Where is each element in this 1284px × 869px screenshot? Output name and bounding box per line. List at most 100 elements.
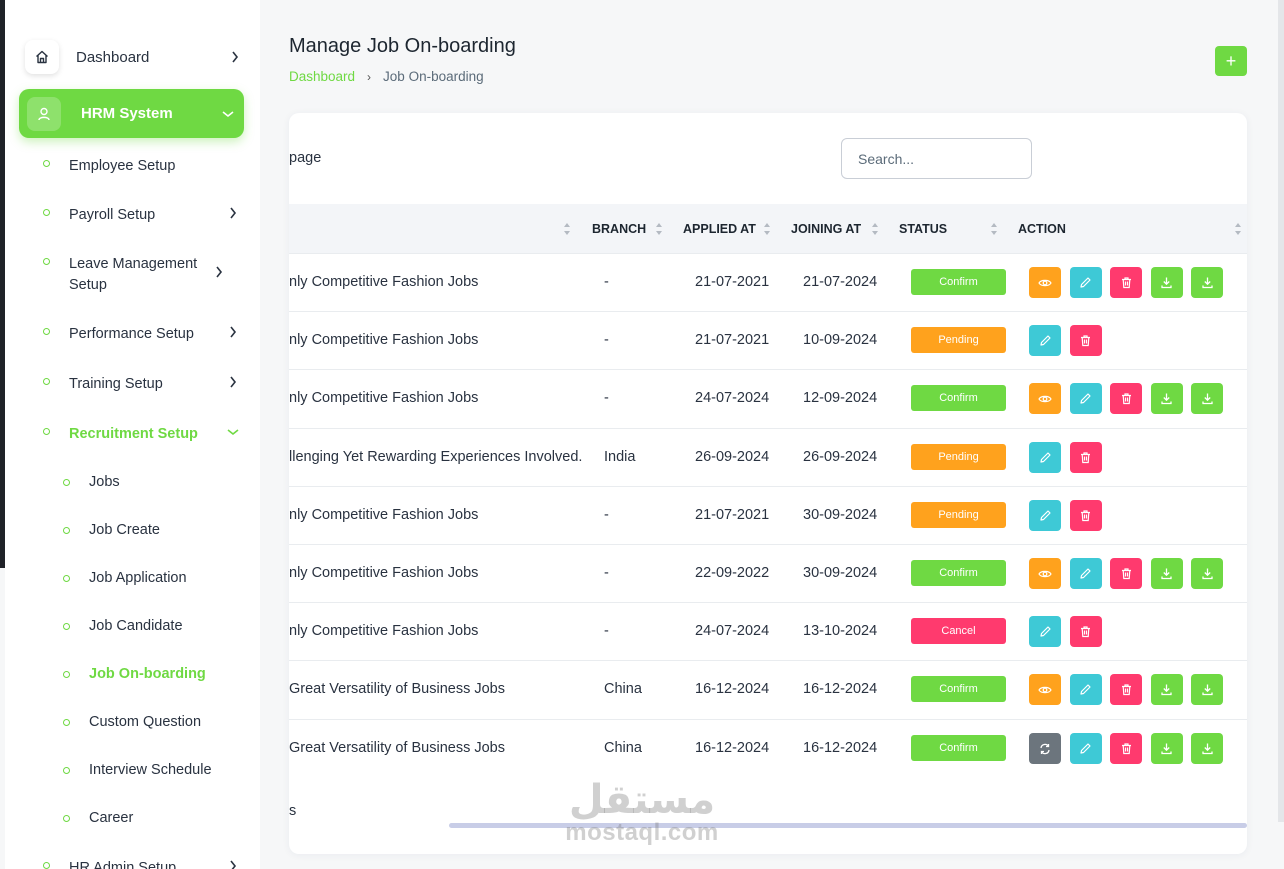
sort-icon[interactable] (563, 221, 571, 237)
breadcrumb-home-link[interactable]: Dashboard (289, 69, 355, 84)
sidebar-subitem-jobs[interactable]: Jobs (63, 474, 120, 490)
applied-at-cell: 16-12-2024 (695, 681, 770, 697)
sidebar-item-label: HR Admin Setup (69, 860, 177, 869)
sort-icon[interactable] (655, 221, 663, 237)
download-button[interactable] (1150, 383, 1183, 414)
trash-icon (1079, 334, 1092, 347)
download-icon (1201, 392, 1214, 405)
status-badge: Confirm (911, 269, 1006, 295)
sidebar-subitem-job-on-boarding[interactable]: Job On-boarding (63, 666, 206, 682)
sidebar-subitem-interview-schedule[interactable]: Interview Schedule (63, 762, 212, 778)
sidebar-subitem-custom-question[interactable]: Custom Question (63, 714, 201, 730)
applied-at-cell: 24-07-2024 (695, 623, 770, 639)
sidebar-item-performance-setup[interactable]: Performance Setup (43, 324, 243, 345)
download-button[interactable] (1150, 267, 1183, 298)
download-button[interactable] (1191, 558, 1223, 589)
bullet-icon (63, 670, 70, 678)
delete-button[interactable] (1069, 616, 1102, 647)
delete-button[interactable] (1110, 267, 1142, 298)
bullet-icon (43, 209, 50, 216)
column-header-joining-at[interactable]: JOINING AT (791, 204, 861, 253)
column-header-branch[interactable]: BRANCH (592, 204, 646, 253)
joining-at-cell: 21-07-2024 (803, 274, 878, 290)
sidebar-subitem-job-application[interactable]: Job Application (63, 570, 187, 586)
sidebar-item-hr-admin-setup[interactable]: HR Admin Setup (43, 858, 243, 869)
bullet-icon (63, 478, 70, 486)
view-button[interactable] (1029, 674, 1061, 705)
edit-button[interactable] (1069, 267, 1102, 298)
sidebar-item-training-setup[interactable]: Training Setup (43, 374, 243, 395)
bullet-icon (63, 622, 70, 630)
search-input[interactable] (841, 138, 1032, 179)
sidebar-subitem-label: Career (89, 810, 134, 826)
joining-at-cell: 30-09-2024 (803, 565, 878, 581)
delete-button[interactable] (1110, 733, 1142, 764)
view-button[interactable] (1029, 267, 1061, 298)
delete-button[interactable] (1110, 558, 1142, 589)
column-header-applied-at[interactable]: APPLIED AT (683, 204, 756, 253)
download-button[interactable] (1150, 733, 1183, 764)
sidebar-subitem-job-candidate[interactable]: Job Candidate (63, 618, 183, 634)
eye-icon (1038, 392, 1052, 406)
sidebar-subitem-career[interactable]: Career (63, 810, 133, 826)
table-row: Great Versatility of Business Jobs China 1… (289, 660, 1247, 718)
delete-button[interactable] (1069, 500, 1102, 531)
sidebar-item-payroll-setup[interactable]: Payroll Setup (43, 205, 243, 226)
add-button[interactable]: + (1215, 46, 1247, 76)
joining-at-cell: 26-09-2024 (803, 449, 878, 465)
pencil-icon (1039, 625, 1052, 638)
edit-button[interactable] (1029, 442, 1061, 473)
branch-cell: China (604, 681, 642, 697)
edit-button[interactable] (1069, 558, 1102, 589)
delete-button[interactable] (1069, 442, 1102, 473)
download-icon (1160, 567, 1173, 580)
applied-at-cell: 21-07-2021 (695, 274, 770, 290)
status-badge: Confirm (911, 560, 1006, 586)
download-button[interactable] (1191, 733, 1223, 764)
sidebar-item-recruitment-setup[interactable]: Recruitment Setup (43, 424, 243, 445)
branch-cell: India (604, 449, 636, 465)
edit-button[interactable] (1069, 674, 1102, 705)
edit-button[interactable] (1029, 325, 1061, 356)
eye-icon (1038, 276, 1052, 290)
edit-button[interactable] (1069, 733, 1102, 764)
page-scrollbar[interactable] (1278, 0, 1284, 822)
sidebar-item-employee-setup[interactable]: Employee Setup (43, 156, 243, 177)
sort-icon[interactable] (763, 221, 771, 237)
joining-at-cell: 12-09-2024 (803, 390, 878, 406)
sort-icon[interactable] (1234, 221, 1242, 237)
sidebar-item-dashboard[interactable]: Dashboard (25, 40, 245, 74)
download-button[interactable] (1191, 383, 1223, 414)
column-header-action[interactable]: ACTION (1018, 204, 1066, 253)
sidebar-item-hrm-system[interactable]: HRM System (19, 89, 244, 138)
sidebar-subitem-label: Job On-boarding (89, 666, 206, 682)
job-title-cell: nly Competitive Fashion Jobs (289, 332, 479, 348)
sidebar-item-leave-management-setup[interactable]: Leave Management Setup (43, 254, 243, 296)
view-button[interactable] (1029, 383, 1061, 414)
delete-button[interactable] (1110, 383, 1142, 414)
download-button[interactable] (1150, 674, 1183, 705)
branch-cell: - (604, 623, 609, 639)
column-header-status[interactable]: STATUS (899, 204, 947, 253)
entries-per-page-label: page (289, 150, 322, 166)
sort-icon[interactable] (871, 221, 879, 237)
download-button[interactable] (1191, 674, 1223, 705)
status-badge: Pending (911, 327, 1006, 353)
convert-button[interactable] (1029, 733, 1061, 764)
delete-button[interactable] (1069, 325, 1102, 356)
edit-button[interactable] (1029, 500, 1061, 531)
status-badge: Pending (911, 444, 1006, 470)
bullet-icon (43, 328, 50, 335)
edit-button[interactable] (1069, 383, 1102, 414)
download-button[interactable] (1150, 558, 1183, 589)
table-row: llenging Yet Rewarding Experiences Invol… (289, 428, 1247, 486)
sidebar-subitem-job-create[interactable]: Job Create (63, 522, 160, 538)
delete-button[interactable] (1110, 674, 1142, 705)
download-button[interactable] (1191, 267, 1223, 298)
branch-cell: - (604, 565, 609, 581)
job-title-cell: nly Competitive Fashion Jobs (289, 507, 479, 523)
sidebar-item-label: Employee Setup (69, 158, 176, 174)
view-button[interactable] (1029, 558, 1061, 589)
edit-button[interactable] (1029, 616, 1061, 647)
sort-icon[interactable] (990, 221, 998, 237)
